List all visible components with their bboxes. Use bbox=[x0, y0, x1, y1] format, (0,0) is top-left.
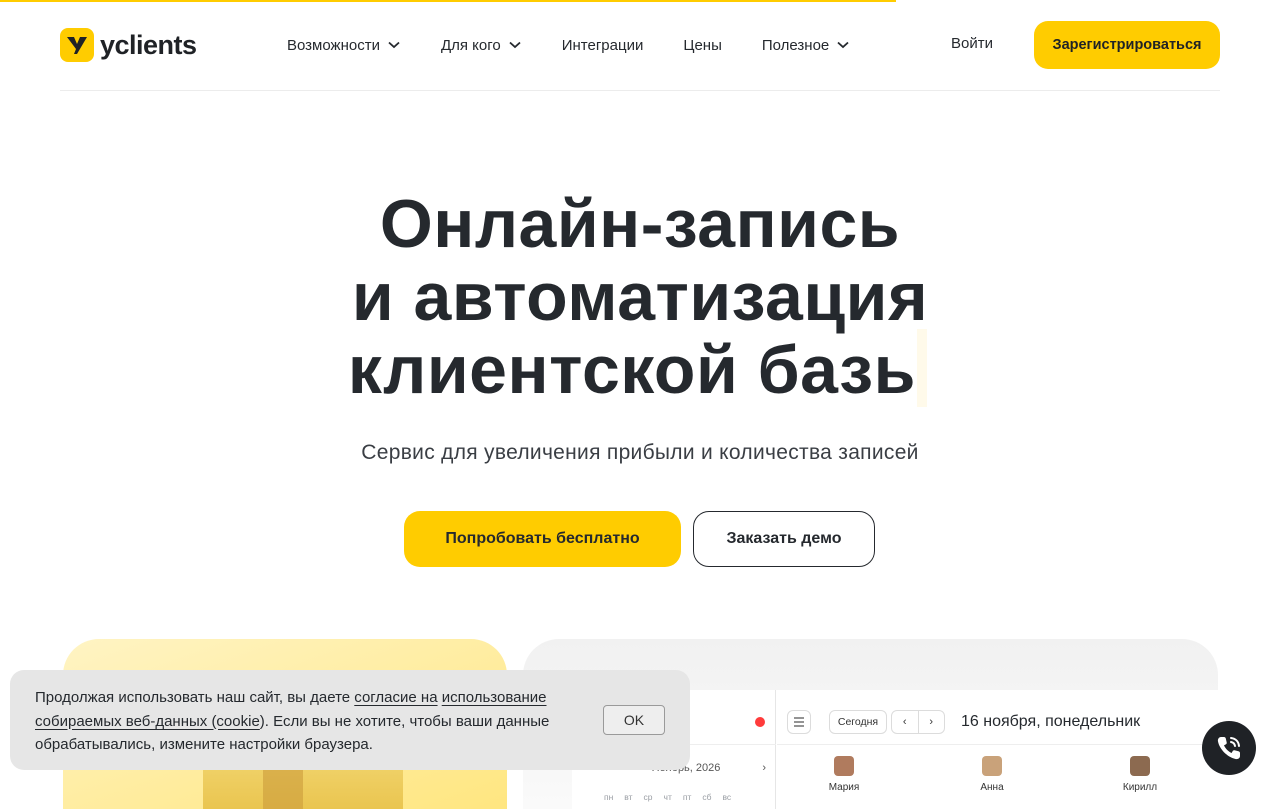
avatar bbox=[834, 756, 854, 776]
hero-title-line: и автоматизация bbox=[351, 259, 929, 335]
avatar bbox=[982, 756, 1002, 776]
weekday: пт bbox=[682, 792, 692, 802]
logo-text: yclients bbox=[100, 29, 197, 60]
hero-title: Онлайн-запись и автоматизация клиентской… bbox=[0, 188, 1280, 407]
notification-dot-icon bbox=[755, 717, 765, 727]
typing-cursor bbox=[917, 329, 927, 407]
staff-name: Анна bbox=[980, 782, 1004, 793]
nav-item-label: Полезное bbox=[761, 36, 830, 54]
weekday: чт bbox=[663, 792, 672, 802]
nav-item-features[interactable]: Возможности bbox=[287, 34, 400, 56]
cookie-ok-button[interactable]: OK bbox=[603, 705, 665, 735]
nav-item-prices[interactable]: Цены bbox=[683, 34, 722, 56]
chevron-down-icon bbox=[388, 41, 400, 49]
logo-mark-icon bbox=[60, 28, 94, 62]
cookie-banner: Продолжая использовать наш сайт, вы дает… bbox=[10, 670, 690, 770]
register-button[interactable]: Зарегистрироваться bbox=[1034, 21, 1220, 69]
app-main: Сегодня ‹ › 16 ноября, понедельник Мария… bbox=[777, 690, 1218, 809]
hero-title-line: клиентской базы bbox=[347, 332, 933, 408]
staff-name: Мария bbox=[828, 782, 860, 793]
weekday: ср bbox=[643, 792, 653, 802]
header-divider bbox=[60, 90, 1220, 91]
calendar-date-title: 16 ноября, понедельник bbox=[961, 713, 1141, 730]
chevron-down-icon bbox=[509, 41, 521, 49]
weekday: вт bbox=[624, 792, 633, 802]
app-toolbar: Сегодня ‹ › 16 ноября, понедельник bbox=[777, 690, 1218, 745]
logo[interactable]: yclients bbox=[60, 28, 197, 62]
weekday: сб bbox=[702, 792, 712, 802]
site-header: yclients Возможности Для кого Интеграции… bbox=[0, 0, 1280, 90]
hero-subtitle: Сервис для увеличения прибыли и количест… bbox=[361, 441, 919, 464]
nav-item-for-whom[interactable]: Для кого bbox=[441, 34, 521, 56]
staff-column: Кирилл bbox=[1110, 756, 1170, 793]
cookie-text-part: Продолжая использовать наш сайт, вы дает… bbox=[35, 689, 355, 706]
chevron-left-icon: ‹ bbox=[892, 711, 919, 733]
staff-column: Мария bbox=[814, 756, 874, 793]
nav-item-useful[interactable]: Полезное bbox=[762, 34, 849, 56]
weekday: вс bbox=[722, 792, 732, 802]
phone-icon bbox=[1217, 737, 1240, 760]
chevron-right-icon: › bbox=[762, 762, 766, 774]
main-nav: Возможности Для кого Интеграции Цены Пол… bbox=[287, 34, 849, 56]
calendar-weekdays: пн вт ср чт пт сб вс bbox=[604, 792, 731, 802]
consent-link[interactable]: согласие на bbox=[354, 689, 437, 706]
login-link[interactable]: Войти bbox=[951, 35, 993, 52]
chevron-right-icon: › bbox=[929, 716, 934, 728]
staff-column: Анна bbox=[962, 756, 1022, 793]
nav-item-label: Для кого bbox=[440, 36, 501, 54]
hero-title-line: Онлайн-запись bbox=[379, 186, 901, 262]
chevron-down-icon bbox=[837, 41, 849, 49]
weekday: пн bbox=[604, 792, 614, 802]
today-button: Сегодня bbox=[829, 710, 887, 734]
nav-item-label: Возможности bbox=[287, 36, 380, 54]
cookie-text: Продолжая использовать наш сайт, вы дает… bbox=[35, 686, 590, 757]
nav-item-label: Цены bbox=[683, 36, 722, 54]
nav-item-integrations[interactable]: Интеграции bbox=[562, 34, 644, 56]
date-arrows: ‹ › bbox=[891, 710, 945, 734]
try-free-button[interactable]: Попробовать бесплатно bbox=[404, 511, 681, 567]
menu-icon bbox=[787, 710, 811, 734]
call-button[interactable] bbox=[1202, 721, 1256, 775]
nav-item-label: Интеграции bbox=[561, 36, 644, 54]
avatar bbox=[1130, 756, 1150, 776]
staff-name: Кирилл bbox=[1122, 782, 1158, 793]
order-demo-button[interactable]: Заказать демо bbox=[693, 511, 875, 567]
